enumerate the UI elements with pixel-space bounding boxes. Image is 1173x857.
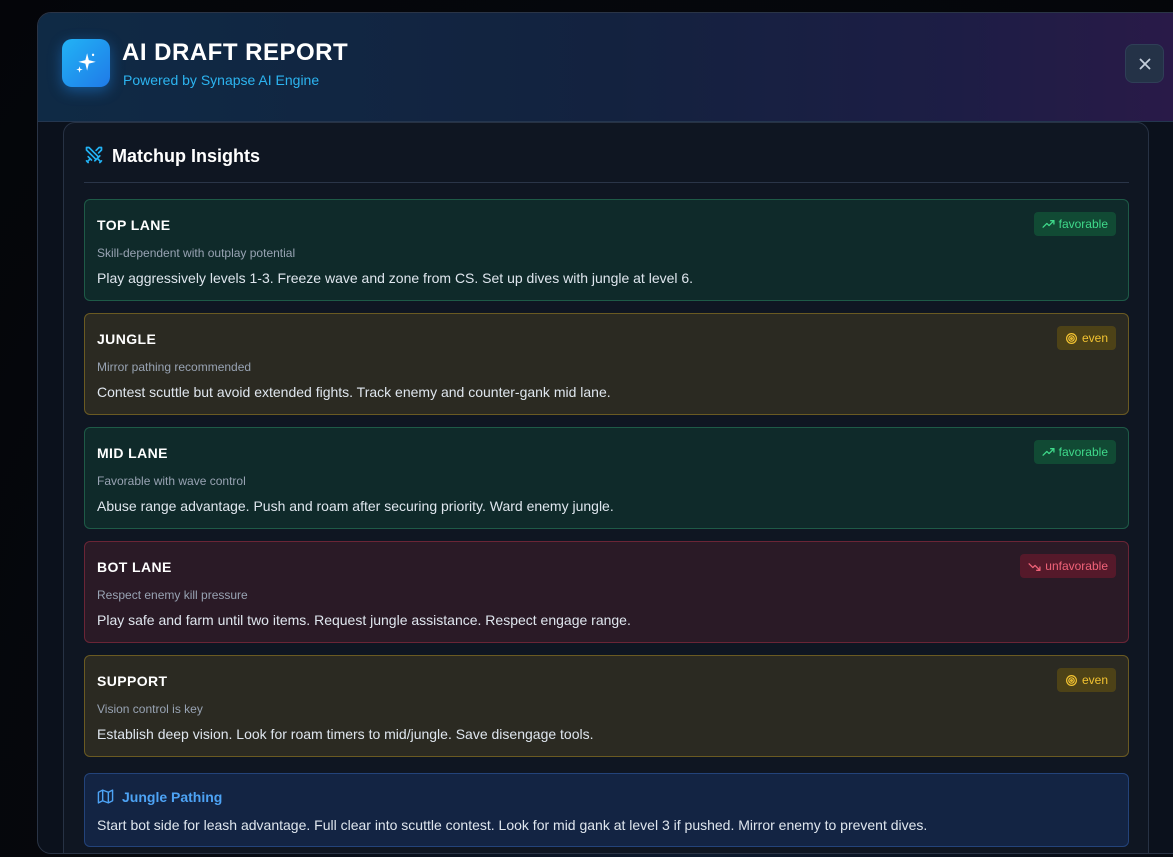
lane-card-bot: BOT LANE unfavorable Respect enemy kill … <box>84 541 1129 643</box>
lane-name: SUPPORT <box>97 673 168 689</box>
status-label: favorable <box>1058 445 1108 459</box>
lane-advice: Establish deep vision. Look for roam tim… <box>97 726 594 742</box>
lane-name: MID LANE <box>97 445 168 461</box>
draft-report-modal: AI DRAFT REPORT Powered by Synapse AI En… <box>37 12 1173 854</box>
status-label: even <box>1081 673 1108 687</box>
panel-title: Matchup Insights <box>112 146 260 166</box>
lane-advice: Play safe and farm until two items. Requ… <box>97 612 631 628</box>
pathing-text: Start bot side for leash advantage. Full… <box>97 817 928 833</box>
lane-name: BOT LANE <box>97 559 172 575</box>
status-badge: unfavorable <box>1020 554 1116 578</box>
lane-summary: Respect enemy kill pressure <box>97 588 248 602</box>
lane-advice: Abuse range advantage. Push and roam aft… <box>97 498 614 514</box>
status-label: favorable <box>1058 217 1108 231</box>
report-title: AI DRAFT REPORT <box>122 39 349 66</box>
target-icon <box>1065 332 1077 344</box>
status-badge: favorable <box>1033 440 1116 464</box>
lane-advice: Contest scuttle but avoid extended fight… <box>97 384 611 400</box>
close-button[interactable] <box>1125 44 1164 83</box>
lane-summary: Skill-dependent with outplay potential <box>97 246 296 260</box>
trending-up-icon <box>1042 447 1055 456</box>
matchup-insights-panel: Matchup Insights TOP LANE favorable Skil… <box>63 122 1149 853</box>
lane-summary: Mirror pathing recommended <box>97 360 252 374</box>
pathing-title: Jungle Pathing <box>122 788 223 805</box>
map-icon <box>97 789 114 804</box>
crossed-swords-icon <box>85 146 103 164</box>
lane-name: TOP LANE <box>97 217 171 233</box>
lane-card-jungle: JUNGLE even Mirror pathing recommended C… <box>84 313 1129 415</box>
status-label: unfavorable <box>1045 559 1108 573</box>
lane-summary: Favorable with wave control <box>97 474 246 488</box>
status-badge: even <box>1056 668 1116 692</box>
close-icon <box>1139 58 1150 69</box>
panel-header: Matchup Insights <box>84 145 1129 183</box>
lane-card-support: SUPPORT even Vision control is key Estab… <box>84 655 1129 757</box>
lane-card-mid: MID LANE favorable Favorable with wave c… <box>84 427 1129 529</box>
sparkles-icon <box>62 39 110 87</box>
pathing-header: Jungle Pathing <box>97 788 222 805</box>
trending-down-icon <box>1028 562 1041 571</box>
lane-card-top: TOP LANE favorable Skill-dependent with … <box>84 199 1129 301</box>
lane-advice: Play aggressively levels 1-3. Freeze wav… <box>97 270 694 286</box>
target-icon <box>1065 674 1077 686</box>
status-badge: favorable <box>1033 212 1116 236</box>
lane-name: JUNGLE <box>97 331 157 347</box>
modal-header: AI DRAFT REPORT Powered by Synapse AI En… <box>38 13 1173 122</box>
jungle-pathing-card: Jungle Pathing Start bot side for leash … <box>84 773 1129 847</box>
status-badge: even <box>1056 326 1116 350</box>
trending-up-icon <box>1042 219 1055 228</box>
report-subtitle: Powered by Synapse AI Engine <box>123 72 320 88</box>
status-label: even <box>1081 331 1108 345</box>
lane-summary: Vision control is key <box>97 702 203 716</box>
